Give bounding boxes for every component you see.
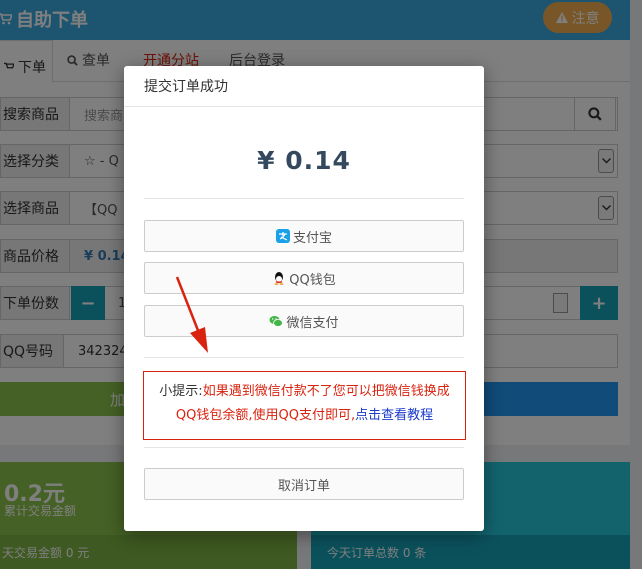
tip-text-1: 如果遇到微信付款不了您可以把微信钱换成: [202, 384, 450, 399]
alipay-label: 支付宝: [292, 230, 332, 246]
tutorial-link[interactable]: 点击查看教程: [355, 408, 433, 423]
alipay-icon: [275, 229, 290, 243]
wechat-icon: [269, 316, 284, 327]
tip-line-2: QQ钱包余额,使用QQ支付即可,点击查看教程: [144, 404, 465, 428]
qq-icon: [274, 272, 284, 285]
divider: [144, 198, 464, 199]
tip-line-1: 小提示:如果遇到微信付款不了您可以把微信钱换成: [144, 380, 465, 404]
modal-title: 提交订单成功: [124, 66, 484, 107]
tip-box: 小提示:如果遇到微信付款不了您可以把微信钱换成 QQ钱包余额,使用QQ支付即可,…: [143, 371, 466, 440]
modal-price: ¥ 0.14: [257, 146, 351, 175]
wechat-pay-label: 微信支付: [286, 315, 339, 331]
tip-prefix: 小提示:: [159, 384, 203, 399]
red-arrow-annotation: [175, 276, 208, 353]
divider: [144, 357, 464, 358]
divider: [144, 447, 464, 448]
qq-wallet-label: QQ钱包: [289, 272, 336, 288]
tip-text-2: QQ钱包余额,使用QQ支付即可,: [175, 408, 356, 423]
alipay-button[interactable]: 支付宝: [144, 220, 464, 252]
cancel-order-button[interactable]: 取消订单: [144, 468, 464, 500]
